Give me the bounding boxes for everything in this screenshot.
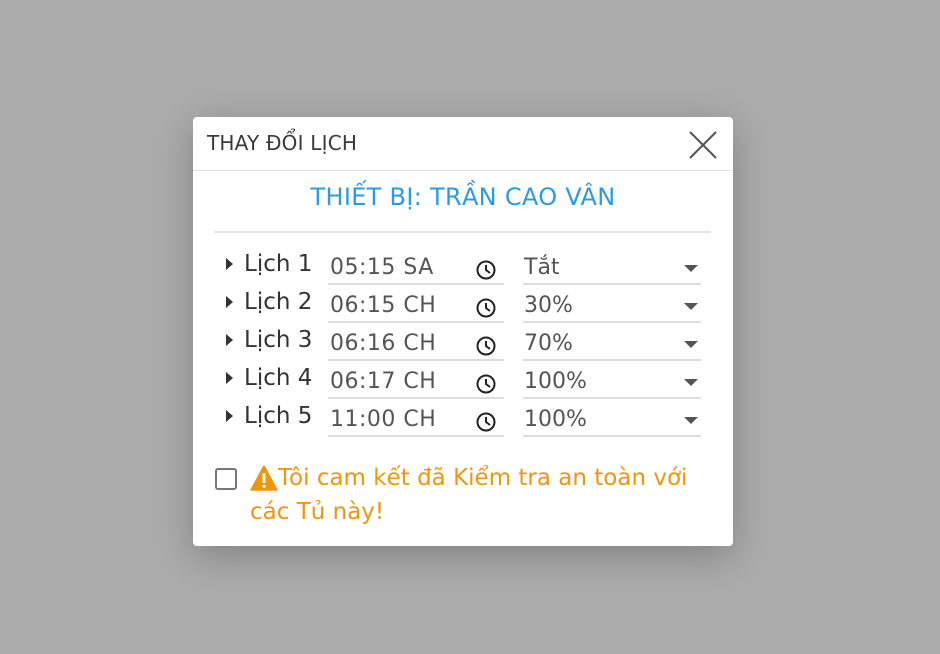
caret-right-icon[interactable]: [226, 410, 233, 422]
dialog-title: THAY ĐỔI LỊCH: [207, 131, 358, 155]
schedule-label: Lịch 3: [244, 327, 313, 353]
time-value: 06:16 CH: [330, 331, 437, 356]
dropdown-icon: [684, 379, 698, 386]
clock-icon[interactable]: [475, 297, 497, 319]
time-input[interactable]: 11:00 CH: [328, 407, 504, 437]
close-icon: [689, 131, 717, 159]
close-button[interactable]: [687, 129, 719, 161]
level-select[interactable]: 70%: [523, 331, 701, 361]
clock-icon[interactable]: [475, 259, 497, 281]
level-select[interactable]: 30%: [523, 293, 701, 323]
caret-right-icon[interactable]: [226, 258, 233, 270]
schedule-label: Lịch 2: [244, 289, 313, 315]
caret-right-icon[interactable]: [226, 372, 233, 384]
clock-icon[interactable]: [475, 335, 497, 357]
level-select[interactable]: 100%: [523, 369, 701, 399]
divider: [214, 231, 711, 233]
clock-icon[interactable]: [475, 373, 497, 395]
level-value: 30%: [524, 293, 573, 318]
device-title: THIẾT BỊ: TRẦN CAO VÂN: [310, 183, 616, 211]
caret-right-icon[interactable]: [226, 296, 233, 308]
schedule-row-5: Lịch 5 11:00 CH 100%: [193, 403, 733, 441]
time-value: 06:15 CH: [330, 293, 437, 318]
confirm-checkbox[interactable]: [215, 468, 237, 490]
level-select[interactable]: Tắt: [523, 255, 701, 285]
schedule-row-4: Lịch 4 06:17 CH 100%: [193, 365, 733, 403]
confirm-label: Tôi cam kết đã Kiểm tra an toàn với các …: [250, 465, 688, 525]
schedule-dialog: THAY ĐỔI LỊCH THIẾT BỊ: TRẦN CAO VÂN Lịc…: [193, 117, 733, 546]
level-value: 70%: [524, 331, 573, 356]
time-input[interactable]: 06:16 CH: [328, 331, 504, 361]
caret-right-icon[interactable]: [226, 334, 233, 346]
time-value: 11:00 CH: [330, 407, 437, 432]
schedule-row-3: Lịch 3 06:16 CH 70%: [193, 327, 733, 365]
schedule-label: Lịch 4: [244, 365, 313, 391]
dropdown-icon: [684, 341, 698, 348]
level-value: 100%: [524, 369, 587, 394]
level-select[interactable]: 100%: [523, 407, 701, 437]
dropdown-icon: [684, 265, 698, 272]
level-value: Tắt: [524, 255, 560, 280]
clock-icon[interactable]: [475, 411, 497, 433]
dropdown-icon: [684, 417, 698, 424]
level-value: 100%: [524, 407, 587, 432]
time-value: 06:17 CH: [330, 369, 437, 394]
time-input[interactable]: 06:15 CH: [328, 293, 504, 323]
dialog-header: THAY ĐỔI LỊCH: [193, 117, 733, 171]
schedule-label: Lịch 5: [244, 403, 313, 429]
dropdown-icon: [684, 303, 698, 310]
schedule-row-2: Lịch 2 06:15 CH 30%: [193, 289, 733, 327]
schedule-row-1: Lịch 1 05:15 SA Tắt: [193, 251, 733, 289]
time-input[interactable]: 06:17 CH: [328, 369, 504, 399]
time-value: 05:15 SA: [330, 255, 434, 280]
schedule-label: Lịch 1: [244, 251, 313, 277]
time-input[interactable]: 05:15 SA: [328, 255, 504, 285]
